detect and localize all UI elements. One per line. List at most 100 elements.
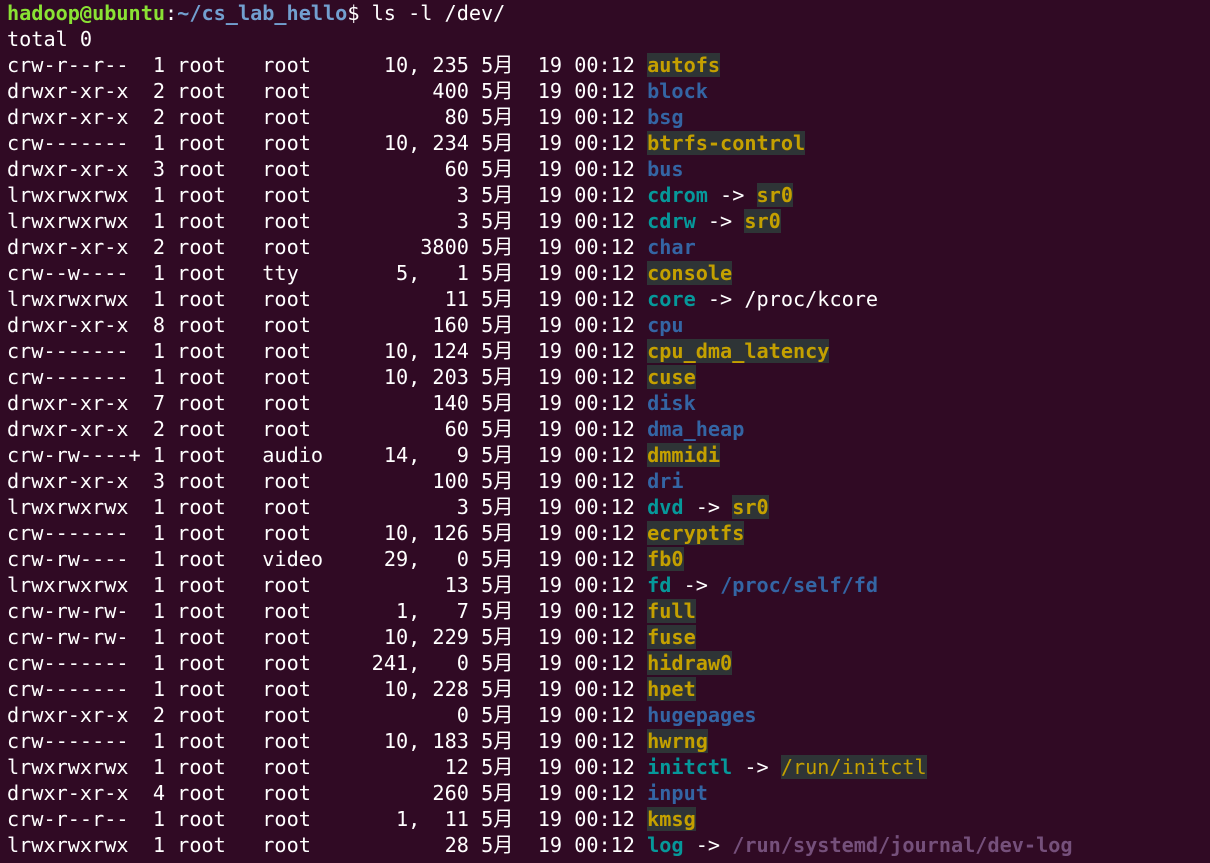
file-name: char xyxy=(647,235,696,259)
time: 00:12 xyxy=(574,755,635,779)
permissions: drwxr-xr-x xyxy=(7,105,141,129)
month: 5月 xyxy=(481,729,514,753)
size: 13 xyxy=(335,573,469,597)
group: root xyxy=(262,521,324,545)
link-target: /run/systemd/journal/dev-log xyxy=(732,833,1073,857)
time: 00:12 xyxy=(574,625,635,649)
time: 00:12 xyxy=(574,313,635,337)
size: 60 xyxy=(335,417,469,441)
link-arrow: -> xyxy=(732,755,781,779)
link-arrow: -> xyxy=(695,287,745,311)
day: 19 xyxy=(537,547,563,571)
size: 10, 183 xyxy=(335,729,469,753)
time: 00:12 xyxy=(574,235,635,259)
listing-row: lrwxrwxrwx 1 root root 3 5月 19 00:12 cdr… xyxy=(7,182,1210,208)
month: 5月 xyxy=(481,339,514,363)
size: 10, 234 xyxy=(335,131,469,155)
group: root xyxy=(262,391,324,415)
listing-row: crw------- 1 root root 10, 228 5月 19 00:… xyxy=(7,676,1210,702)
prompt-separator: : xyxy=(165,1,178,25)
month: 5月 xyxy=(481,261,514,285)
size: 14, 9 xyxy=(335,443,469,467)
time: 00:12 xyxy=(574,651,635,675)
day: 19 xyxy=(537,781,563,805)
listing-row: crw-rw----+ 1 root audio 14, 9 5月 19 00:… xyxy=(7,442,1210,468)
link-count: 8 xyxy=(140,313,166,337)
time: 00:12 xyxy=(574,53,635,77)
month: 5月 xyxy=(481,703,514,727)
day: 19 xyxy=(537,443,563,467)
group: root xyxy=(262,235,324,259)
owner: root xyxy=(177,521,226,545)
size: 1, 11 xyxy=(335,807,469,831)
owner: root xyxy=(177,365,226,389)
group: root xyxy=(262,53,324,77)
permissions: crw------- xyxy=(7,521,141,545)
group: root xyxy=(262,729,324,753)
permissions: lrwxrwxrwx xyxy=(7,573,141,597)
listing-row: drwxr-xr-x 3 root root 60 5月 19 00:12 bu… xyxy=(7,156,1210,182)
day: 19 xyxy=(537,53,563,77)
listing-row: lrwxrwxrwx 1 root root 11 5月 19 00:12 co… xyxy=(7,286,1210,312)
permissions: lrwxrwxrwx xyxy=(7,183,141,207)
size: 260 xyxy=(335,781,469,805)
directory-listing: crw-r--r-- 1 root root 10, 235 5月 19 00:… xyxy=(7,52,1210,858)
owner: root xyxy=(177,313,226,337)
link-count: 3 xyxy=(140,469,166,493)
permissions: crw------- xyxy=(7,729,141,753)
day: 19 xyxy=(537,417,563,441)
permissions: crw--w---- xyxy=(7,261,141,285)
owner: root xyxy=(177,105,226,129)
day: 19 xyxy=(537,729,563,753)
size: 140 xyxy=(335,391,469,415)
link-target: /proc/kcore xyxy=(744,287,879,311)
owner: root xyxy=(177,703,226,727)
listing-row: drwxr-xr-x 3 root root 100 5月 19 00:12 d… xyxy=(7,468,1210,494)
file-name: dri xyxy=(647,469,684,493)
file-name: hugepages xyxy=(647,703,757,727)
day: 19 xyxy=(537,755,563,779)
link-target: sr0 xyxy=(732,495,769,519)
listing-row: lrwxrwxrwx 1 root root 13 5月 19 00:12 fd… xyxy=(7,572,1210,598)
time: 00:12 xyxy=(574,79,635,103)
file-name: cpu xyxy=(647,313,684,337)
link-count: 1 xyxy=(140,755,166,779)
file-name: disk xyxy=(647,391,696,415)
group: root xyxy=(262,417,324,441)
link-count: 1 xyxy=(140,261,166,285)
day: 19 xyxy=(537,677,563,701)
group: root xyxy=(262,703,324,727)
listing-row: crw------- 1 root root 10, 124 5月 19 00:… xyxy=(7,338,1210,364)
file-name: hwrng xyxy=(647,729,708,753)
link-arrow: -> xyxy=(671,573,721,597)
size: 100 xyxy=(335,469,469,493)
size: 0 xyxy=(335,703,469,727)
permissions: crw------- xyxy=(7,339,141,363)
owner: root xyxy=(177,53,226,77)
permissions: lrwxrwxrwx xyxy=(7,287,141,311)
link-count: 1 xyxy=(140,131,166,155)
permissions: lrwxrwxrwx xyxy=(7,833,141,857)
link-count: 3 xyxy=(140,157,166,181)
permissions: drwxr-xr-x xyxy=(7,313,141,337)
day: 19 xyxy=(537,573,563,597)
file-name: dma_heap xyxy=(647,417,745,441)
time: 00:12 xyxy=(574,495,635,519)
prompt-user-host: hadoop@ubuntu xyxy=(7,1,166,25)
time: 00:12 xyxy=(574,391,635,415)
link-count: 1 xyxy=(140,287,166,311)
month: 5月 xyxy=(481,313,514,337)
link-count: 4 xyxy=(140,781,166,805)
terminal-window[interactable]: hadoop@ubuntu:~/cs_lab_hello$ ls -l /dev… xyxy=(0,0,1210,863)
size: 3800 xyxy=(335,235,469,259)
month: 5月 xyxy=(481,391,514,415)
day: 19 xyxy=(537,807,563,831)
day: 19 xyxy=(537,131,563,155)
month: 5月 xyxy=(481,781,514,805)
day: 19 xyxy=(537,313,563,337)
listing-row: drwxr-xr-x 8 root root 160 5月 19 00:12 c… xyxy=(7,312,1210,338)
file-name: ecryptfs xyxy=(647,521,745,545)
group: root xyxy=(262,495,324,519)
permissions: crw-rw----+ xyxy=(7,443,141,467)
listing-row: drwxr-xr-x 2 root root 0 5月 19 00:12 hug… xyxy=(7,702,1210,728)
